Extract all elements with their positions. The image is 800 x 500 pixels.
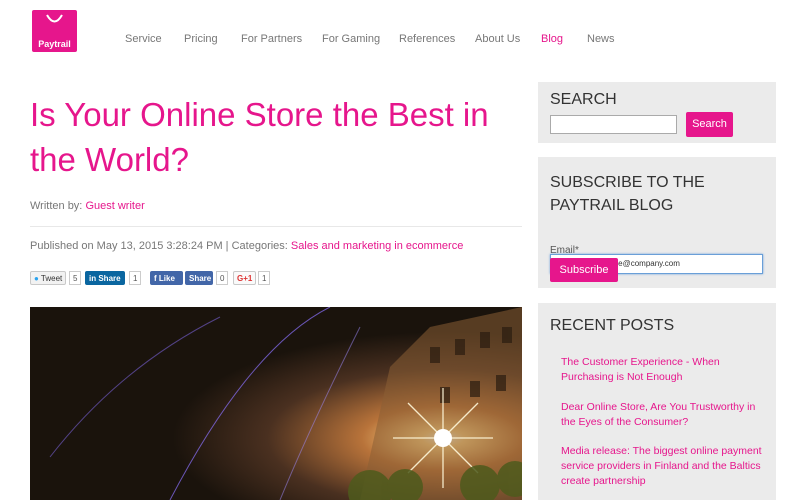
paytrail-logo[interactable]: Paytrail bbox=[32, 10, 77, 52]
shopping-bag-icon bbox=[46, 14, 63, 23]
tweet-button[interactable]: ● Tweet bbox=[30, 271, 66, 285]
linkedin-count: 1 bbox=[129, 271, 142, 285]
nav-for-partners[interactable]: For Partners bbox=[241, 33, 302, 45]
nav-service[interactable]: Service bbox=[125, 33, 162, 45]
search-input[interactable] bbox=[550, 115, 677, 134]
nav-about-us[interactable]: About Us bbox=[475, 33, 520, 45]
facebook-thumb-icon: f bbox=[154, 274, 157, 283]
subscribe-button[interactable]: Subscribe bbox=[550, 258, 618, 282]
facebook-count: 0 bbox=[216, 271, 229, 285]
nav-blog[interactable]: Blog bbox=[541, 33, 563, 45]
linkedin-icon: in bbox=[89, 274, 97, 283]
article-title: Is Your Online Store the Best in the Wor… bbox=[30, 96, 489, 178]
night-street-photo bbox=[30, 307, 522, 500]
recent-posts-widget: RECENT POSTS The Customer Experience - W… bbox=[538, 303, 776, 500]
recent-post-link[interactable]: Dear Online Store, Are You Trustworthy i… bbox=[561, 400, 766, 430]
nav-news[interactable]: News bbox=[587, 33, 615, 45]
recent-posts-heading: RECENT POSTS bbox=[550, 317, 675, 334]
tweet-count: 5 bbox=[69, 271, 82, 285]
nav-pricing[interactable]: Pricing bbox=[184, 33, 218, 45]
written-by-label: Written by: bbox=[30, 200, 83, 212]
linkedin-share-button[interactable]: in Share bbox=[85, 271, 125, 285]
recent-post-link[interactable]: The Customer Experience - When Purchasin… bbox=[561, 355, 761, 385]
search-button[interactable]: Search bbox=[686, 112, 733, 137]
recent-post-link[interactable]: Media release: The biggest online paymen… bbox=[561, 444, 766, 489]
search-widget: SEARCH Search bbox=[538, 82, 776, 143]
article-hero-image bbox=[30, 307, 522, 500]
subscribe-heading: SUBSCRIBE TO THE PAYTRAIL BLOG bbox=[550, 174, 705, 214]
subscribe-widget: SUBSCRIBE TO THE PAYTRAIL BLOG Email* fi… bbox=[538, 157, 776, 288]
nav-references[interactable]: References bbox=[399, 33, 455, 45]
twitter-bird-icon: ● bbox=[34, 274, 39, 283]
divider bbox=[30, 226, 522, 227]
google-plus-count: 1 bbox=[258, 271, 271, 285]
author-link[interactable]: Guest writer bbox=[85, 200, 144, 212]
search-heading: SEARCH bbox=[550, 91, 617, 108]
google-plus-button[interactable]: G+1 bbox=[233, 271, 256, 285]
author-line: Written by: Guest writer bbox=[30, 200, 145, 212]
facebook-like-button[interactable]: f Like bbox=[150, 271, 183, 285]
facebook-share-button[interactable]: Share bbox=[185, 271, 213, 285]
logo-text: Paytrail bbox=[38, 39, 71, 49]
nav-for-gaming[interactable]: For Gaming bbox=[322, 33, 380, 45]
category-link[interactable]: Sales and marketing in ecommerce bbox=[291, 240, 463, 252]
published-date: Published on May 13, 2015 3:28:24 PM | C… bbox=[30, 240, 288, 252]
published-line: Published on May 13, 2015 3:28:24 PM | C… bbox=[30, 240, 463, 252]
